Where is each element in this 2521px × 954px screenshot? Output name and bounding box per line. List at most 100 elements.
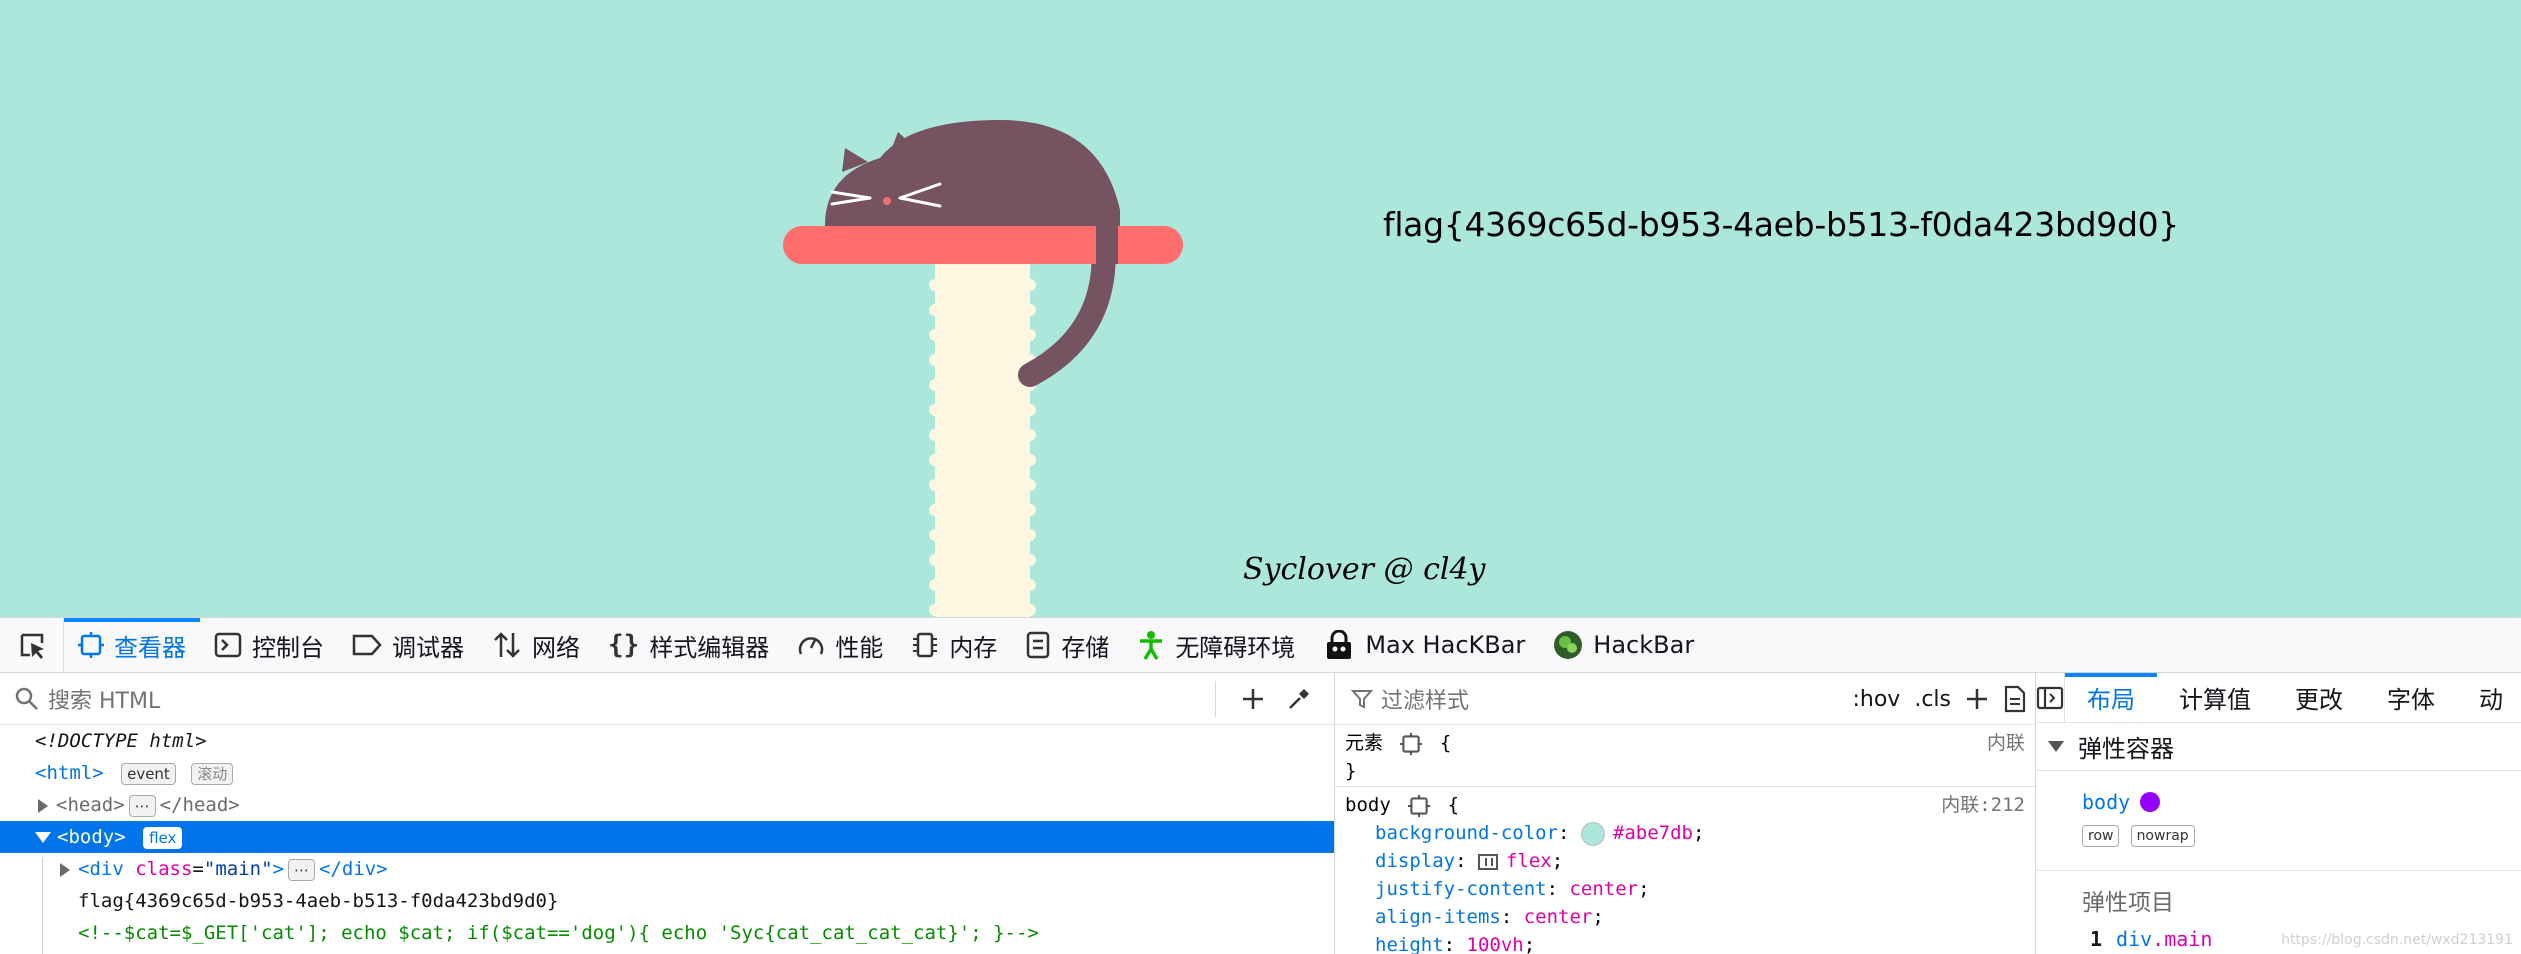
property-name[interactable]: display [1375,850,1455,872]
property-value[interactable]: flex [1506,850,1552,872]
property-name[interactable]: background-color [1375,822,1558,844]
cat-illustration [783,120,1183,617]
tab-computed[interactable]: 计算值 [2157,673,2273,722]
tab-performance[interactable]: 性能 [783,618,897,672]
container-name[interactable]: body [2082,790,2130,814]
tab-label: 内存 [949,633,998,662]
tab-max-hackbar[interactable]: Max HacKBar [1309,618,1539,672]
search-input[interactable]: 搜索 HTML [48,683,160,715]
scroll-badge[interactable]: 滚动 [191,762,234,785]
search-icon [15,687,38,710]
highlight-color-dot[interactable] [2140,792,2161,812]
flex-container-details: body row nowrap [2036,771,2521,871]
flexbox-icon[interactable] [1477,853,1498,870]
add-node-button[interactable] [1230,676,1276,722]
declaration-row[interactable]: background-color: #abe7db; [1345,819,2035,847]
flex-item-class: .main [2152,927,2213,951]
property-name[interactable]: justify-content [1375,878,1547,900]
hov-toggle[interactable]: :hov [1852,687,1900,712]
declaration-row[interactable]: align-items: center; [1345,903,2035,931]
tab-inspector[interactable]: 查看器 [64,618,200,672]
eyedropper-icon [1289,688,1309,709]
div-class-value: "main" [203,858,273,880]
signature-text: Syclover @ cl4y [1243,552,1486,587]
div-class-attr: class [135,858,193,880]
property-value[interactable]: #abe7db [1613,822,1693,844]
tab-network[interactable]: 网络 [478,618,594,672]
tree-node-body[interactable]: <body> flex [0,821,1334,853]
tab-console[interactable]: 控制台 [200,618,338,672]
php-comment: <!--$cat=$_GET['cat']; echo $cat; if($ca… [78,922,1039,944]
tab-layout[interactable]: 布局 [2065,673,2157,722]
event-badge[interactable]: event [121,762,176,785]
tab-accessibility[interactable]: 无障碍环境 [1123,618,1309,672]
print-media-icon[interactable] [2003,685,2027,713]
collapsed-ellipsis[interactable]: ⋯ [287,858,315,881]
tree-node-head[interactable]: <head> ⋯ </head> [0,789,1334,821]
property-name[interactable]: height [1375,934,1444,954]
property-name[interactable]: align-items [1375,906,1501,928]
tree-node-comment[interactable]: <!--$cat=$_GET['cat']; echo $cat; if($ca… [0,917,1334,949]
declaration-row[interactable]: justify-content: center; [1345,875,2035,903]
element-selector: 元素 [1345,732,1384,754]
html-tag: <html> [35,762,104,784]
tab-hackbar[interactable]: HackBar [1539,618,1708,672]
flex-container-header[interactable]: 弹性容器 [2036,723,2521,771]
flag-text: flag{4369c65d-b953-4aeb-b513-f0da423bd9d… [1383,205,2179,244]
open-brace: { [1447,794,1460,816]
rules-filter-bar[interactable]: 过滤样式 :hov .cls [1335,673,2035,725]
tab-style-editor[interactable]: {} 样式编辑器 [594,618,783,672]
node-highlight-icon[interactable] [1400,732,1423,755]
toggle-pane-button[interactable] [2036,673,2065,722]
toggle-pane-icon [2036,686,2064,709]
node-highlight-icon[interactable] [1408,794,1431,817]
collapsed-ellipsis[interactable]: ⋯ [128,794,156,817]
element-picker-button[interactable] [0,618,64,672]
filter-input[interactable]: 过滤样式 [1381,683,1469,715]
tab-label: 样式编辑器 [649,633,770,662]
scratching-post-pole [929,260,1036,617]
tab-memory[interactable]: 内存 [897,618,1011,672]
devtools-toolbar: 查看器 控制台 调试器 网络 {} 样式编辑器 性能 内存 存储 无障碍环境 M… [0,617,2521,673]
div-close-tag: </div> [318,858,388,880]
tab-debugger[interactable]: 调试器 [338,618,478,672]
body-selector: body [1345,794,1391,816]
rule-source[interactable]: 内联:212 [1941,791,2025,819]
element-picker-icon [20,633,44,659]
collapse-icon [2048,741,2064,752]
layout-sidebar: 布局 计算值 更改 字体 动 弹性容器 body row nowrap 弹性项目… [2036,673,2521,954]
accessibility-icon [1137,630,1165,660]
tab-label: HackBar [1593,631,1695,659]
property-value[interactable]: center [1569,878,1638,900]
property-value[interactable]: center [1524,906,1593,928]
expand-icon[interactable] [38,798,48,813]
tab-label: 网络 [532,633,580,662]
declaration-row[interactable]: display: flex; [1345,847,2035,875]
tab-fonts[interactable]: 字体 [2365,673,2457,722]
tree-node-html[interactable]: <html> event 滚动 [0,757,1334,789]
tab-changes[interactable]: 更改 [2273,673,2365,722]
html-search-bar[interactable]: 搜索 HTML [0,673,1334,725]
tree-node-div-main[interactable]: <div class="main"> ⋯ </div> [0,853,1334,885]
collapse-icon[interactable] [35,832,51,843]
flex-badge[interactable]: flex [143,826,183,849]
declaration-row[interactable]: height: 100vh; [1345,931,2035,954]
tree-node-text[interactable]: flag{4369c65d-b953-4aeb-b513-f0da423bd9d… [0,885,1334,917]
body-open-tag: <body> [57,826,126,848]
hackbar-icon [1553,630,1583,660]
tab-label: 控制台 [252,633,324,662]
rule-source[interactable]: 内联 [1987,729,2025,757]
color-swatch[interactable] [1580,821,1605,846]
tab-storage[interactable]: 存储 [1011,618,1123,672]
style-editor-icon: {} [608,630,640,660]
property-value[interactable]: 100vh [1467,934,1524,954]
expand-icon[interactable] [60,862,70,877]
inspector-icon [78,632,104,658]
cls-toggle[interactable]: .cls [1914,687,1951,712]
eyedropper-button[interactable] [1276,676,1322,722]
tree-node-doctype[interactable]: <!DOCTYPE html> [0,725,1334,757]
add-rule-icon[interactable] [1965,687,1989,711]
tab-animations[interactable]: 动 [2457,673,2521,722]
storage-icon [1025,631,1051,659]
flex-items-title: 弹性项目 [2082,890,2174,916]
